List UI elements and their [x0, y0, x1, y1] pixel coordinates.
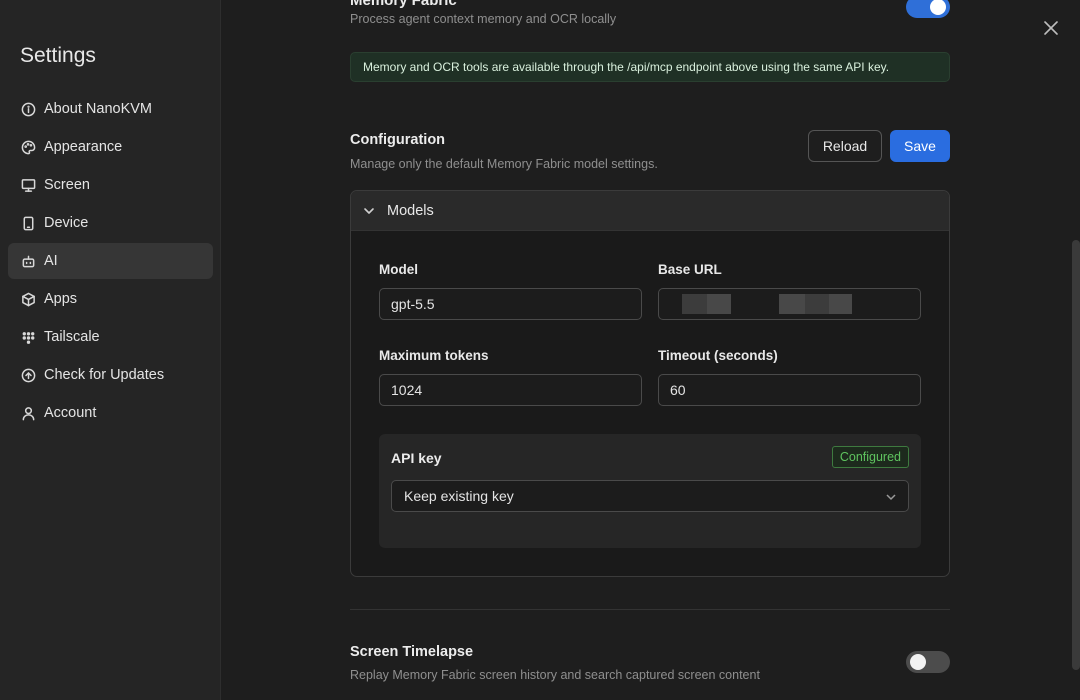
- sidebar-item-device[interactable]: Device: [8, 205, 213, 241]
- sidebar-item-about[interactable]: About NanoKVM: [8, 91, 213, 127]
- smartphone-icon: [20, 215, 36, 231]
- sidebar-item-appearance[interactable]: Appearance: [8, 129, 213, 165]
- mcp-notice: Memory and OCR tools are available throu…: [350, 52, 950, 82]
- base-url-input[interactable]: [658, 288, 921, 320]
- model-label: Model: [379, 262, 418, 277]
- chevron-down-icon: [364, 207, 374, 214]
- api-key-select-value: Keep existing key: [404, 488, 514, 504]
- monitor-icon: [20, 177, 36, 193]
- api-key-section: API key Configured Keep existing key: [379, 434, 921, 548]
- timeout-input[interactable]: [658, 374, 921, 406]
- models-collapse-header[interactable]: Models: [351, 191, 949, 231]
- redacted-block: [682, 294, 707, 314]
- sidebar-item-ai[interactable]: AI: [8, 243, 213, 279]
- redacted-block: [829, 294, 852, 314]
- settings-content: Memory Fabric Process agent context memo…: [221, 0, 1080, 700]
- info-icon: [20, 101, 36, 117]
- package-icon: [20, 291, 36, 307]
- configuration-title: Configuration: [350, 132, 446, 148]
- sidebar-item-tailscale[interactable]: Tailscale: [8, 319, 213, 355]
- toggle-knob: [930, 0, 946, 15]
- api-key-select[interactable]: Keep existing key: [391, 480, 909, 512]
- timelapse-title: Screen Timelapse: [350, 644, 474, 660]
- toggle-knob: [910, 654, 926, 670]
- sidebar-item-label: AI: [44, 253, 58, 269]
- close-button[interactable]: [1042, 19, 1060, 37]
- reload-button[interactable]: Reload: [808, 130, 882, 162]
- sidebar-item-label: About NanoKVM: [44, 101, 153, 117]
- configuration-subtitle: Manage only the default Memory Fabric mo…: [350, 157, 658, 171]
- sidebar-item-label: Check for Updates: [44, 367, 165, 383]
- sidebar-item-account[interactable]: Account: [8, 395, 213, 431]
- memory-fabric-title: Memory Fabric: [350, 0, 457, 9]
- max-tokens-input[interactable]: [379, 374, 642, 406]
- redacted-block: [805, 294, 829, 314]
- user-icon: [20, 405, 36, 421]
- sidebar-item-label: Account: [44, 405, 97, 421]
- sidebar-nav: About NanoKVM Appearance Screen Device A…: [8, 91, 213, 433]
- api-key-label: API key: [391, 450, 442, 466]
- model-input[interactable]: [379, 288, 642, 320]
- models-header-label: Models: [387, 202, 434, 219]
- grid-dots-icon: [20, 329, 36, 345]
- arrow-up-circle-icon: [20, 367, 36, 383]
- configured-badge: Configured: [831, 446, 909, 468]
- sidebar-item-label: Appearance: [44, 139, 123, 155]
- sidebar-item-label: Device: [44, 215, 89, 231]
- timelapse-toggle[interactable]: [906, 651, 950, 673]
- timelapse-subtitle: Replay Memory Fabric screen history and …: [350, 668, 760, 682]
- sidebar-item-label: Screen: [44, 177, 90, 193]
- palette-icon: [20, 139, 36, 155]
- memory-fabric-toggle[interactable]: [906, 0, 950, 18]
- bot-icon: [20, 253, 36, 269]
- settings-sidebar: Settings About NanoKVM Appearance Screen…: [0, 0, 221, 700]
- sidebar-item-screen[interactable]: Screen: [8, 167, 213, 203]
- chevron-down-icon: [886, 494, 896, 501]
- sidebar-item-label: Tailscale: [44, 329, 100, 345]
- sidebar-item-label: Apps: [44, 291, 78, 307]
- timeout-label: Timeout (seconds): [658, 348, 778, 363]
- base-url-label: Base URL: [658, 262, 722, 277]
- close-icon: [1044, 21, 1058, 35]
- sidebar-item-apps[interactable]: Apps: [8, 281, 213, 317]
- section-divider: [350, 609, 950, 610]
- sidebar-item-check-updates[interactable]: Check for Updates: [8, 357, 213, 393]
- redacted-block: [707, 294, 731, 314]
- max-tokens-label: Maximum tokens: [379, 348, 489, 363]
- sidebar-title: Settings: [20, 44, 96, 67]
- models-panel: Models Model Base URL Maximum tokens Tim…: [350, 190, 950, 577]
- memory-fabric-subtitle: Process agent context memory and OCR loc…: [350, 12, 617, 26]
- save-button[interactable]: Save: [890, 130, 950, 162]
- scrollbar-thumb[interactable]: [1072, 240, 1080, 670]
- redacted-block: [779, 294, 805, 314]
